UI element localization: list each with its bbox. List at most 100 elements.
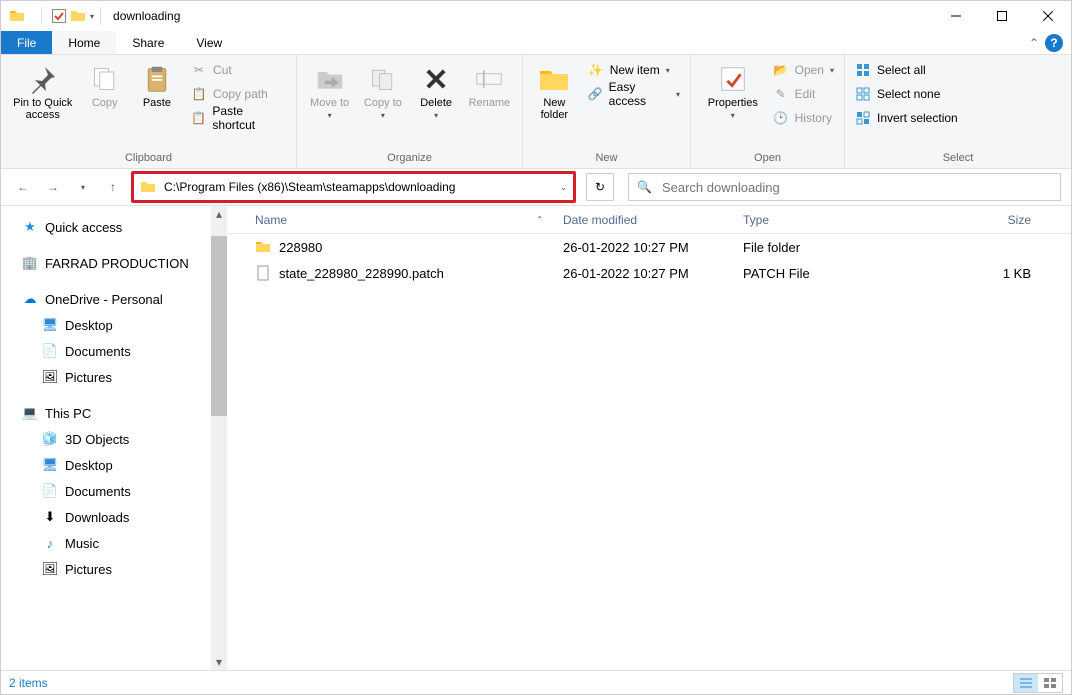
moveto-icon [314, 63, 346, 95]
navigation-pane: ★Quick access 🏢FARRAD PRODUCTION ☁OneDri… [1, 206, 227, 670]
sidebar-item-farrad[interactable]: 🏢FARRAD PRODUCTION [1, 250, 227, 276]
documents-icon: 📄 [41, 482, 59, 500]
select-all-button[interactable]: Select all [851, 59, 962, 81]
refresh-button[interactable]: ↻ [586, 173, 614, 201]
copy-to-button[interactable]: Copy to▾ [356, 59, 409, 124]
sidebar-item-od-documents[interactable]: 📄Documents [1, 338, 227, 364]
sidebar-item-pc-pictures[interactable]: 🖼Pictures [1, 556, 227, 582]
sidebar-item-pc-desktop[interactable]: 🖥Desktop [1, 452, 227, 478]
nav-up-button[interactable]: ↑ [101, 175, 125, 199]
sidebar-item-pc-documents[interactable]: 📄Documents [1, 478, 227, 504]
star-icon: ★ [21, 218, 39, 236]
rename-button[interactable]: Rename [463, 59, 516, 113]
qat-folder-icon[interactable] [70, 8, 86, 24]
sidebar-item-quickaccess[interactable]: ★Quick access [1, 214, 227, 240]
building-icon: 🏢 [21, 254, 39, 272]
tab-view[interactable]: View [180, 31, 238, 54]
3d-icon: 🧊 [41, 430, 59, 448]
documents-icon: 📄 [41, 342, 59, 360]
tab-file[interactable]: File [1, 31, 52, 54]
file-date: 26-01-2022 10:27 PM [553, 266, 733, 281]
close-button[interactable] [1025, 1, 1071, 31]
new-item-button[interactable]: ✨New item▾ [584, 59, 684, 81]
nav-recent-dropdown[interactable]: ▾ [71, 175, 95, 199]
file-date: 26-01-2022 10:27 PM [553, 240, 733, 255]
pasteshortcut-icon: 📋 [191, 110, 206, 126]
window-title: downloading [113, 9, 180, 23]
sidebar-scrollbar[interactable]: ▴ ▾ [211, 206, 227, 670]
sidebar-item-pc-music[interactable]: ♪Music [1, 530, 227, 556]
file-name: state_228980_228990.patch [279, 266, 444, 281]
column-header-type[interactable]: Type [733, 213, 883, 227]
file-row[interactable]: 22898026-01-2022 10:27 PMFile folder [227, 234, 1071, 260]
pin-quick-access-button[interactable]: Pin to Quick access [7, 59, 79, 125]
sidebar-item-od-pictures[interactable]: 🖼Pictures [1, 364, 227, 390]
cut-button[interactable]: ✂Cut [187, 59, 290, 81]
move-to-button[interactable]: Move to▾ [303, 59, 356, 124]
group-organize-label: Organize [303, 150, 516, 166]
open-button[interactable]: 📂Open▾ [769, 59, 838, 81]
address-input[interactable] [162, 179, 554, 195]
open-icon: 📂 [773, 62, 789, 78]
collapse-ribbon-icon[interactable]: ⌃ [1029, 36, 1039, 50]
column-header-date[interactable]: Date modified [553, 213, 733, 227]
status-item-count: 2 items [9, 676, 48, 690]
nav-back-button[interactable]: ← [11, 175, 35, 199]
view-mode-toggle[interactable] [1013, 673, 1063, 693]
scroll-thumb[interactable] [211, 236, 227, 416]
qat-checkbox-icon[interactable] [52, 9, 66, 23]
properties-icon [717, 63, 749, 95]
copy-button[interactable]: Copy [79, 59, 131, 113]
easy-access-button[interactable]: 🔗Easy access▾ [584, 83, 684, 105]
sidebar-item-onedrive[interactable]: ☁OneDrive - Personal [1, 286, 227, 312]
scroll-down-icon[interactable]: ▾ [211, 654, 227, 670]
sidebar-item-pc-downloads[interactable]: ⬇Downloads [1, 504, 227, 530]
rename-icon [473, 63, 505, 95]
column-header-name[interactable]: Name⌃ [227, 213, 553, 227]
sidebar-item-thispc[interactable]: 💻This PC [1, 400, 227, 426]
new-folder-button[interactable]: New folder [529, 59, 580, 125]
qat-dropdown-icon[interactable]: ▾ [90, 12, 94, 21]
delete-button[interactable]: Delete▾ [410, 59, 463, 124]
properties-button[interactable]: Properties▾ [697, 59, 769, 124]
pictures-icon: 🖼 [41, 368, 59, 386]
group-select-label: Select [851, 150, 1065, 166]
details-view-icon[interactable] [1014, 674, 1038, 692]
paste-icon [141, 63, 173, 95]
file-size: 1 KB [883, 266, 1071, 281]
nav-forward-button[interactable]: → [41, 175, 65, 199]
search-box[interactable]: 🔍 [628, 173, 1061, 201]
file-row[interactable]: state_228980_228990.patch 26-01-2022 10:2… [227, 260, 1071, 286]
tab-home[interactable]: Home [52, 31, 116, 54]
pictures-icon: 🖼 [41, 560, 59, 578]
edit-icon: ✎ [773, 86, 789, 102]
copy-path-button[interactable]: 📋Copy path [187, 83, 290, 105]
scroll-up-icon[interactable]: ▴ [211, 206, 227, 222]
sidebar-item-od-desktop[interactable]: 🖥Desktop [1, 312, 227, 338]
copy-icon [89, 63, 121, 95]
sidebar-item-3dobjects[interactable]: 🧊3D Objects [1, 426, 227, 452]
invert-selection-button[interactable]: Invert selection [851, 107, 962, 129]
column-header-size[interactable]: Size [883, 213, 1071, 227]
file-icon [255, 265, 271, 281]
desktop-icon: 🖥 [41, 316, 59, 334]
file-type: PATCH File [733, 266, 883, 281]
address-folder-icon [140, 179, 156, 195]
address-bar[interactable]: ⌄ [131, 171, 576, 203]
edit-button[interactable]: ✎Edit [769, 83, 838, 105]
maximize-button[interactable] [979, 1, 1025, 31]
downloads-icon: ⬇ [41, 508, 59, 526]
pin-icon [27, 63, 59, 95]
tab-share[interactable]: Share [116, 31, 180, 54]
paste-shortcut-button[interactable]: 📋Paste shortcut [187, 107, 290, 129]
selectnone-icon [855, 86, 871, 102]
sort-indicator-icon: ⌃ [536, 215, 543, 224]
select-none-button[interactable]: Select none [851, 83, 962, 105]
help-button[interactable]: ? [1045, 34, 1063, 52]
search-input[interactable] [660, 179, 1052, 196]
history-button[interactable]: 🕑History [769, 107, 838, 129]
thumbnails-view-icon[interactable] [1038, 674, 1062, 692]
address-dropdown-icon[interactable]: ⌄ [560, 183, 567, 192]
paste-button[interactable]: Paste [131, 59, 183, 113]
minimize-button[interactable] [933, 1, 979, 31]
